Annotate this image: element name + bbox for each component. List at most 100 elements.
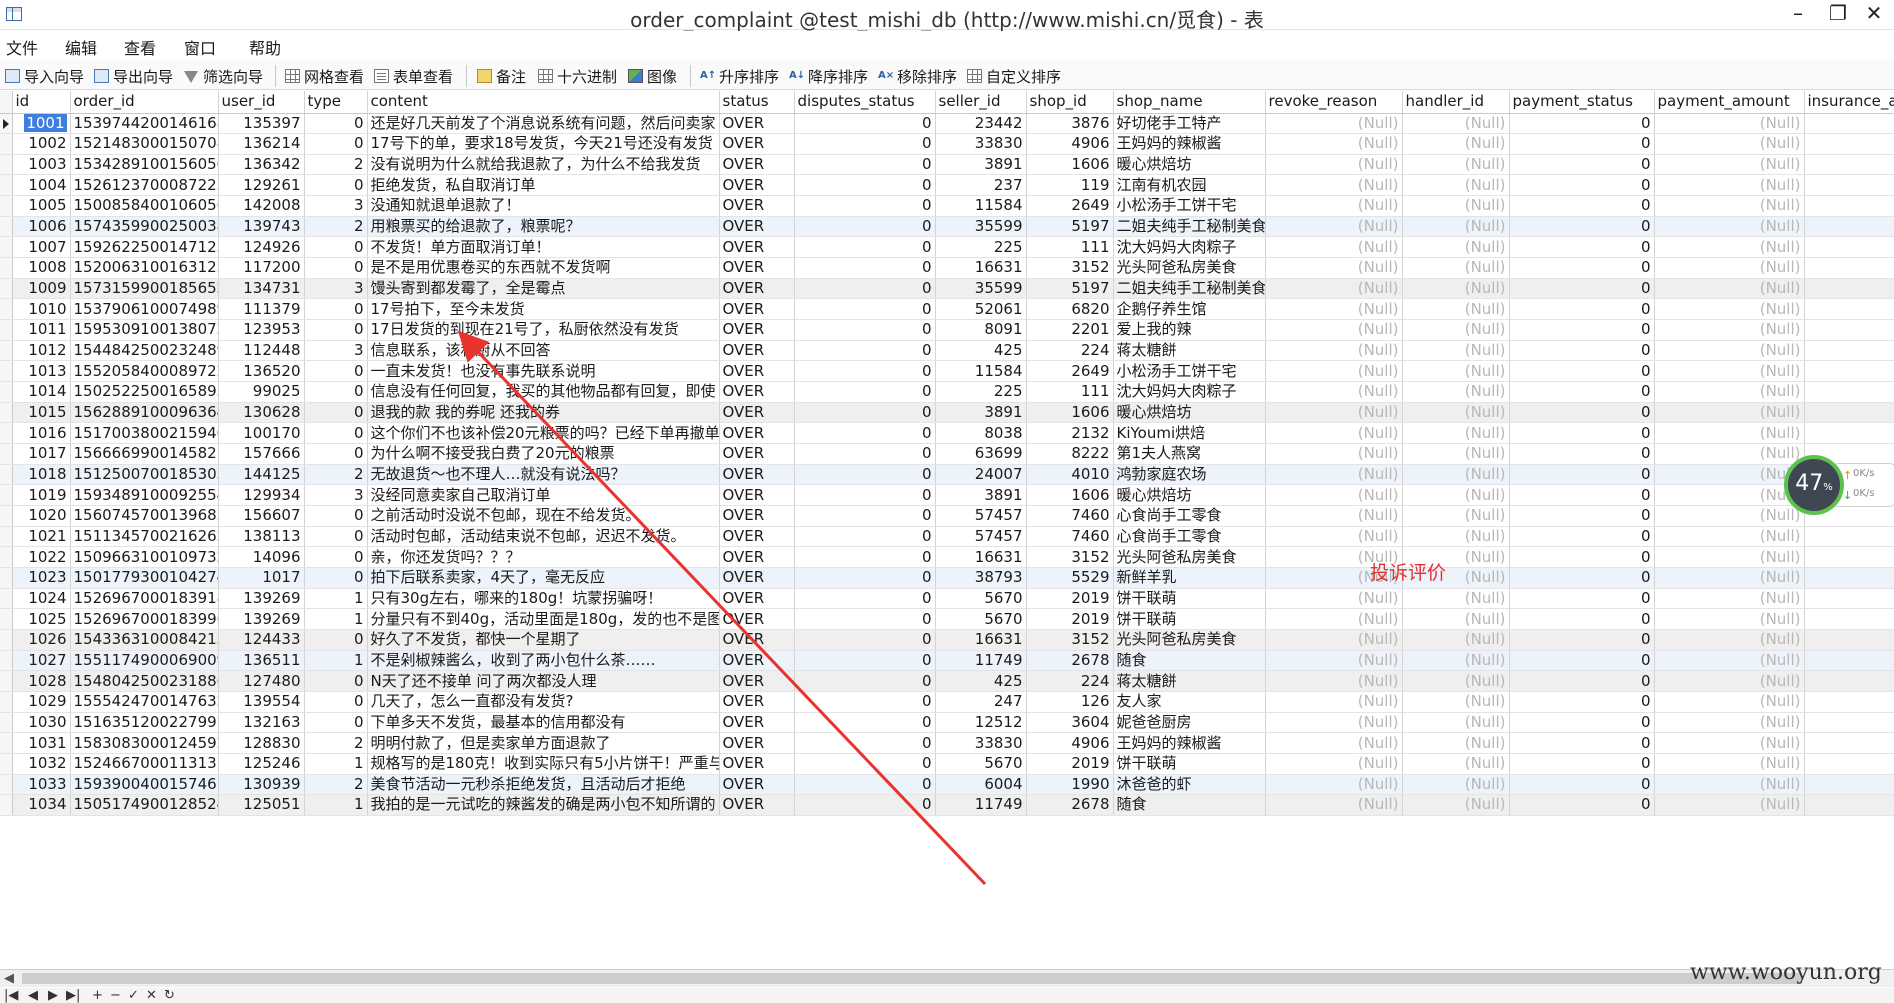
row-indicator[interactable]	[0, 588, 13, 610]
cell-content[interactable]: 规格写的是180克！收到实际只有5小片饼干！严重与	[367, 753, 720, 775]
cell-payment-amount[interactable]: (Null)	[1654, 712, 1805, 734]
cell-id[interactable]: 1013	[12, 360, 71, 383]
cell-disputes-status[interactable]: 0	[794, 712, 936, 734]
row-indicator[interactable]	[0, 257, 13, 279]
cell-seller-id[interactable]: 11584	[935, 360, 1027, 383]
cell-payment-status[interactable]: 0	[1509, 133, 1655, 155]
cell-handler-id[interactable]: (Null)	[1402, 443, 1510, 465]
cell-disputes-status[interactable]: 0	[794, 278, 936, 300]
cell-revoke-reason[interactable]: (Null)	[1265, 526, 1403, 548]
cell-revoke-reason[interactable]: (Null)	[1265, 712, 1403, 734]
cell-handler-id[interactable]: (Null)	[1402, 712, 1510, 734]
row-indicator[interactable]	[0, 464, 13, 486]
cell-content[interactable]: 明明付款了，但是卖家单方面退款了	[367, 732, 720, 754]
cell-shop-name[interactable]: 心食尚手工零食	[1113, 505, 1266, 527]
cell-type[interactable]: 1	[304, 650, 368, 672]
cell-shop-name[interactable]: 心食尚手工零食	[1113, 526, 1266, 548]
cell-revoke-reason[interactable]: (Null)	[1265, 174, 1403, 197]
cell-seller-id[interactable]: 11749	[935, 794, 1027, 816]
row-indicator[interactable]	[0, 774, 13, 796]
cell-insurance[interactable]	[1804, 526, 1894, 548]
cell-status[interactable]: OVER	[719, 298, 795, 321]
cell-shop-id[interactable]: 8222	[1026, 443, 1114, 465]
cell-payment-amount[interactable]: (Null)	[1654, 236, 1805, 259]
cell-payment-amount[interactable]: (Null)	[1654, 691, 1805, 713]
cell-type[interactable]: 0	[304, 567, 368, 589]
cell-type[interactable]: 3	[304, 340, 368, 362]
cell-type[interactable]: 0	[304, 360, 368, 383]
cell-type[interactable]: 2	[304, 464, 368, 486]
cell-user-id[interactable]: 138113	[218, 526, 305, 548]
cell-handler-id[interactable]: (Null)	[1402, 402, 1510, 424]
row-indicator[interactable]	[0, 113, 13, 135]
cell-content[interactable]: 用粮票买的给退款了，粮票呢？	[367, 216, 720, 238]
cell-shop-id[interactable]: 6820	[1026, 298, 1114, 321]
cell-shop-name[interactable]: 小松汤手工饼干宅	[1113, 360, 1266, 383]
cell-payment-amount[interactable]: (Null)	[1654, 567, 1805, 589]
next-record-icon[interactable]: ▶	[48, 988, 58, 1003]
cell-user-id[interactable]: 123953	[218, 319, 305, 341]
cell-payment-status[interactable]: 0	[1509, 608, 1655, 630]
cell-id[interactable]: 1030	[12, 712, 71, 734]
horizontal-scrollbar[interactable]: ◀	[0, 969, 1894, 987]
cell-shop-id[interactable]: 2678	[1026, 794, 1114, 816]
cell-payment-amount[interactable]: (Null)	[1654, 257, 1805, 279]
cell-user-id[interactable]: 134731	[218, 278, 305, 300]
cell-disputes-status[interactable]: 0	[794, 360, 936, 383]
cell-handler-id[interactable]: (Null)	[1402, 174, 1510, 197]
cell-shop-id[interactable]: 4906	[1026, 732, 1114, 754]
cell-payment-status[interactable]: 0	[1509, 567, 1655, 589]
minimize-button[interactable]: –	[1776, 0, 1820, 28]
cell-user-id[interactable]: 112448	[218, 340, 305, 362]
cell-shop-name[interactable]: KiYoumi烘焙	[1113, 422, 1266, 444]
cell-insurance[interactable]	[1804, 794, 1894, 816]
cell-shop-name[interactable]: 暖心烘焙坊	[1113, 154, 1266, 176]
cell-handler-id[interactable]: (Null)	[1402, 670, 1510, 692]
cell-content[interactable]: 是不是用优惠卷买的东西就不发货啊	[367, 257, 720, 279]
cell-order-id[interactable]: 1505174900128524	[70, 794, 219, 816]
cell-type[interactable]: 0	[304, 546, 368, 568]
cell-status[interactable]: OVER	[719, 236, 795, 259]
cell-id[interactable]: 1034	[12, 794, 71, 816]
cell-handler-id[interactable]: (Null)	[1402, 195, 1510, 217]
cell-user-id[interactable]: 124433	[218, 629, 305, 651]
cell-id[interactable]: 1014	[12, 381, 71, 403]
cell-id[interactable]: 1020	[12, 505, 71, 527]
cell-seller-id[interactable]: 24007	[935, 464, 1027, 486]
cell-disputes-status[interactable]: 0	[794, 629, 936, 651]
cell-type[interactable]: 0	[304, 422, 368, 444]
cell-user-id[interactable]: 100170	[218, 422, 305, 444]
cell-handler-id[interactable]: (Null)	[1402, 484, 1510, 506]
cell-handler-id[interactable]: (Null)	[1402, 113, 1510, 135]
cell-shop-id[interactable]: 4906	[1026, 133, 1114, 155]
cell-status[interactable]: OVER	[719, 360, 795, 383]
cell-shop-name[interactable]: 蒋太糖餅	[1113, 340, 1266, 362]
cell-status[interactable]: OVER	[719, 464, 795, 486]
row-indicator[interactable]	[0, 236, 13, 259]
cell-payment-status[interactable]: 0	[1509, 381, 1655, 403]
cell-order-id[interactable]: 1560745700139685	[70, 505, 219, 527]
cell-revoke-reason[interactable]: (Null)	[1265, 278, 1403, 300]
cell-type[interactable]: 2	[304, 732, 368, 754]
cell-content[interactable]: 这个你们不也该补偿20元粮票的吗？已经下单再撤单	[367, 422, 720, 444]
cell-handler-id[interactable]: (Null)	[1402, 650, 1510, 672]
cell-disputes-status[interactable]: 0	[794, 402, 936, 424]
table-row[interactable]: 1025 1526967000183996 139269 1 分量只有不到40g，活动里…	[0, 608, 1894, 630]
menu-help[interactable]: 帮助	[249, 35, 281, 59]
sort-desc-button[interactable]: A↓ 降序排序	[789, 65, 868, 87]
cell-handler-id[interactable]: (Null)	[1402, 608, 1510, 630]
row-indicator[interactable]	[0, 402, 13, 424]
cell-payment-amount[interactable]: (Null)	[1654, 278, 1805, 300]
cell-payment-amount[interactable]: (Null)	[1654, 402, 1805, 424]
cell-shop-name[interactable]: 蒋太糖餅	[1113, 670, 1266, 692]
cell-id[interactable]: 1016	[12, 422, 71, 444]
table-row[interactable]: 1026 1543363100084215 124433 0 好久了不发货，都快一个星期…	[0, 629, 1894, 651]
cell-revoke-reason[interactable]: (Null)	[1265, 195, 1403, 217]
cell-disputes-status[interactable]: 0	[794, 650, 936, 672]
column-header-payment-status[interactable]: payment_status	[1509, 91, 1655, 114]
cell-user-id[interactable]: 130939	[218, 774, 305, 796]
cell-disputes-status[interactable]: 0	[794, 753, 936, 775]
cell-disputes-status[interactable]: 0	[794, 464, 936, 486]
column-header-id[interactable]: id	[12, 91, 71, 114]
cell-user-id[interactable]: 124926	[218, 236, 305, 259]
